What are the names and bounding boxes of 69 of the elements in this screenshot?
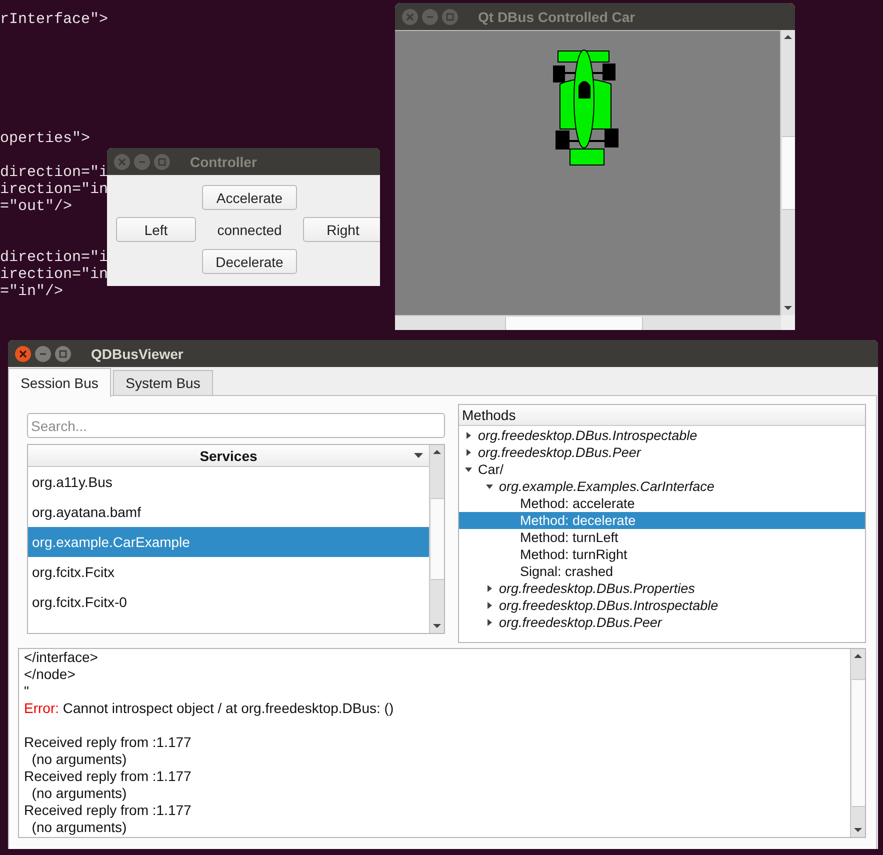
sort-arrow-icon	[414, 453, 423, 458]
expanded-arrow-icon[interactable]	[465, 466, 472, 473]
log-line: Received reply from :1.177	[24, 734, 192, 751]
tree-item[interactable]: Method: turnLeft	[459, 529, 865, 546]
tree-item[interactable]: Method: decelerate	[459, 512, 865, 529]
terminal-line: rInterface">	[0, 11, 108, 28]
collapsed-arrow-icon[interactable]	[465, 449, 472, 456]
tab[interactable]: Session Bus	[8, 368, 111, 397]
tree-item[interactable]: Method: accelerate	[459, 495, 865, 512]
connection-status: connected	[216, 220, 283, 240]
tree-item[interactable]: org.freedesktop.DBus.Properties	[459, 580, 865, 597]
log-line: "	[24, 683, 30, 700]
tree-item[interactable]: org.freedesktop.DBus.Peer	[459, 614, 865, 631]
collapsed-arrow-icon[interactable]	[486, 619, 493, 626]
minimize-button[interactable]	[134, 154, 150, 170]
accelerate-button[interactable]: Accelerate	[202, 185, 297, 210]
scrollbar[interactable]	[780, 30, 795, 315]
right-button[interactable]: Right	[303, 217, 380, 242]
terminal-line: operties">	[0, 130, 90, 147]
close-icon	[118, 158, 126, 166]
close-icon	[406, 12, 414, 20]
collapsed-arrow-icon[interactable]	[465, 432, 472, 439]
log-line: </interface>	[24, 649, 99, 666]
tree-item[interactable]: Car/	[459, 461, 865, 478]
minimize-button[interactable]	[35, 346, 51, 362]
collapsed-arrow-icon[interactable]	[486, 585, 493, 592]
tab[interactable]: System Bus	[113, 370, 213, 396]
terminal-line: ="out"/>	[0, 198, 72, 215]
close-icon	[19, 350, 27, 358]
log-line: (no arguments)	[30, 819, 128, 836]
minimize-button[interactable]	[422, 8, 438, 24]
log-line: (no arguments)	[30, 785, 128, 802]
window-title: Controller	[190, 154, 257, 170]
maximize-icon	[446, 12, 454, 20]
column-header[interactable]: Methods	[459, 405, 865, 426]
expanded-arrow-icon[interactable]	[486, 483, 493, 490]
tree-item[interactable]: org.freedesktop.DBus.Introspectable	[459, 427, 865, 444]
terminal-line: irection="in	[0, 181, 108, 198]
search-field[interactable]: Search...	[27, 413, 445, 438]
tree-item[interactable]: org.example.Examples.CarInterface	[459, 478, 865, 495]
tree-item[interactable]: Signal: crashed	[459, 563, 865, 580]
close-button[interactable]	[15, 346, 31, 362]
tree-item[interactable]: org.freedesktop.DBus.Peer	[459, 444, 865, 461]
terminal-line: ="in"/>	[0, 283, 64, 300]
tree-item[interactable]: Method: turnRight	[459, 546, 865, 563]
maximize-button[interactable]	[154, 154, 170, 170]
terminal-line: direction="i	[0, 164, 108, 181]
terminal-line: irection="in	[0, 266, 108, 283]
log-line: Received reply from :1.177	[24, 768, 192, 785]
decelerate-button[interactable]: Decelerate	[202, 249, 297, 274]
service-item[interactable]: org.example.CarExample	[28, 527, 429, 557]
left-button[interactable]: Left	[116, 217, 196, 242]
log-line: (no arguments)	[30, 751, 128, 768]
window-title: Qt DBus Controlled Car	[478, 8, 636, 24]
tree-item[interactable]: org.freedesktop.DBus.Introspectable	[459, 597, 865, 614]
log-line: Received reply from :1.177	[24, 802, 192, 819]
collapsed-arrow-icon[interactable]	[486, 602, 493, 609]
scrollbar[interactable]	[395, 315, 781, 330]
scrollbar[interactable]	[850, 649, 865, 837]
window-title: QDBusViewer	[91, 346, 184, 362]
error-message: Error: Cannot introspect object / at org.freedesktop.DBus: ()	[24, 700, 395, 717]
maximize-icon	[158, 158, 166, 166]
maximize-button[interactable]	[55, 346, 71, 362]
log-line: </node>	[24, 666, 76, 683]
maximize-icon	[59, 350, 67, 358]
maximize-button[interactable]	[442, 8, 458, 24]
scrollbar[interactable]	[429, 445, 444, 633]
column-header[interactable]: Services	[28, 445, 429, 467]
terminal-line: direction="i	[0, 249, 108, 266]
